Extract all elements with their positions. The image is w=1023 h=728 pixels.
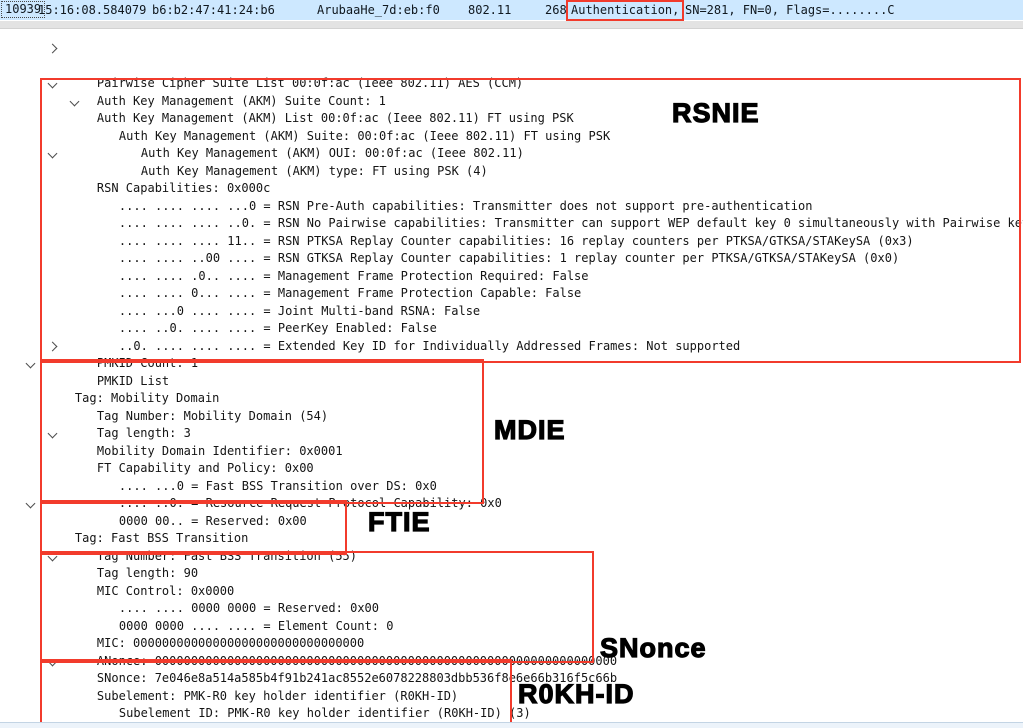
annotation-label-mdie: MDIE [494, 415, 566, 446]
pane-bottom-edge [0, 722, 1023, 728]
tree-row[interactable]: PMKID Count: 1 [0, 320, 1023, 338]
tree-row[interactable]: Subelement ID: PMK-R0 key holder identif… [0, 670, 1023, 688]
tree-row[interactable]: PMKID List [0, 338, 1023, 356]
tree-row[interactable]: .... .... .0.. .... = Management Frame P… [0, 233, 1023, 251]
tree-row[interactable]: Subelement: PMK-R0 key holder identifier… [0, 653, 1023, 671]
tree-row[interactable]: .... ...0 .... .... = Joint Multi-band R… [0, 268, 1023, 286]
tree-row[interactable]: MIC Control: 0x0000 [0, 548, 1023, 566]
tree-row[interactable]: .... .... .... ...0 = RSN Pre-Auth capab… [0, 163, 1023, 181]
chevron-down-icon[interactable] [70, 96, 80, 106]
chevron-down-icon[interactable] [48, 429, 58, 439]
tree-row[interactable]: Tag: Mobility Domain [0, 355, 1023, 373]
tree-row[interactable]: 0000 0000 .... .... = Element Count: 0 [0, 583, 1023, 601]
tree-row[interactable]: .... .... ..00 .... = RSN GTKSA Replay C… [0, 215, 1023, 233]
annotation-label-rsnie: RSNIE [672, 98, 760, 129]
chevron-down-icon[interactable] [48, 551, 58, 561]
packet-source: b6:b2:47:41:24:b6 [152, 3, 275, 17]
packet-detail-pane: Pairwise Cipher Suite List 00:0f:ac (Iee… [0, 40, 1023, 723]
chevron-down-icon[interactable] [26, 359, 36, 369]
wireshark-window: 10939 15:16:08.584079 b6:b2:47:41:24:b6 … [0, 0, 1023, 728]
tree-row[interactable]: Auth Key Management (AKM) Suite: 00:0f:a… [0, 93, 1023, 111]
tree-row[interactable]: MIC: 00000000000000000000000000000000 [0, 600, 1023, 618]
tree-row[interactable]: Auth Key Management (AKM) type: FT using… [0, 128, 1023, 146]
annotation-label-snonce: SNonce [600, 633, 707, 664]
pane-splitter[interactable] [0, 21, 1023, 29]
tree-row[interactable]: Tag Number: Mobility Domain (54) [0, 373, 1023, 391]
tree-row[interactable]: Auth Key Management (AKM) OUI: 00:0f:ac … [0, 110, 1023, 128]
chevron-right-icon[interactable] [48, 44, 58, 54]
packet-length: 268 [545, 3, 567, 17]
chevron-down-icon[interactable] [48, 656, 58, 666]
tree-row[interactable]: Auth Key Management (AKM) List 00:0f:ac … [0, 75, 1023, 93]
tree-row[interactable]: .... ..0. = Resource Request Protocol Ca… [0, 460, 1023, 478]
tree-row[interactable]: Tag Number: Fast BSS Transition (55) [0, 513, 1023, 531]
tree-row[interactable]: 0000 00.. = Reserved: 0x00 [0, 478, 1023, 496]
chevron-down-icon[interactable] [26, 499, 36, 509]
tree-row[interactable]: ANonce: 00000000000000000000000000000000… [0, 618, 1023, 636]
tree-row[interactable]: Length: 6 [0, 688, 1023, 706]
packet-destination: ArubaaHe_7d:eb:f0 [317, 3, 440, 17]
tree-row[interactable]: .... .... .... ..0. = RSN No Pairwise ca… [0, 180, 1023, 198]
tree-row[interactable]: RSN Capabilities: 0x000c [0, 145, 1023, 163]
tree-row[interactable]: Tag: Fast BSS Transition [0, 495, 1023, 513]
tree-row[interactable]: Tag length: 3 [0, 390, 1023, 408]
chevron-down-icon[interactable] [48, 79, 58, 89]
tree-row[interactable]: Pairwise Cipher Suite List 00:0f:ac (Iee… [0, 40, 1023, 58]
tree-row[interactable]: .... .... 0000 0000 = Reserved: 0x00 [0, 565, 1023, 583]
annotation-label-r0kh-id: R0KH-ID [518, 679, 635, 710]
packet-list-row[interactable]: 10939 15:16:08.584079 b6:b2:47:41:24:b6 … [0, 0, 1023, 20]
chevron-right-icon[interactable] [48, 341, 58, 351]
tree-row[interactable]: ..0. .... .... .... = Extended Key ID fo… [0, 303, 1023, 321]
tree-row[interactable]: PMK-R0 key holder identifier (R0KH-ID): … [0, 705, 1023, 723]
tree-row[interactable]: Tag length: 90 [0, 530, 1023, 548]
packet-time: 15:16:08.584079 [38, 3, 146, 17]
tree-row[interactable]: .... ..0. .... .... = PeerKey Enabled: F… [0, 285, 1023, 303]
tree-row[interactable]: .... .... 0... .... = Management Frame P… [0, 250, 1023, 268]
tree-row[interactable]: Auth Key Management (AKM) Suite Count: 1 [0, 58, 1023, 76]
tree-row[interactable]: SNonce: 7e046e8a514a585b4f91b241ac8552e6… [0, 635, 1023, 653]
packet-protocol: 802.11 [468, 3, 511, 17]
chevron-down-icon[interactable] [48, 149, 58, 159]
annotation-label-ftie: FTIE [368, 507, 431, 538]
packet-info: SN=281, FN=0, Flags=........C [685, 3, 895, 17]
tree-row[interactable]: .... .... .... 11.. = RSN PTKSA Replay C… [0, 198, 1023, 216]
annotation-box-authentication: Authentication, [566, 0, 684, 21]
